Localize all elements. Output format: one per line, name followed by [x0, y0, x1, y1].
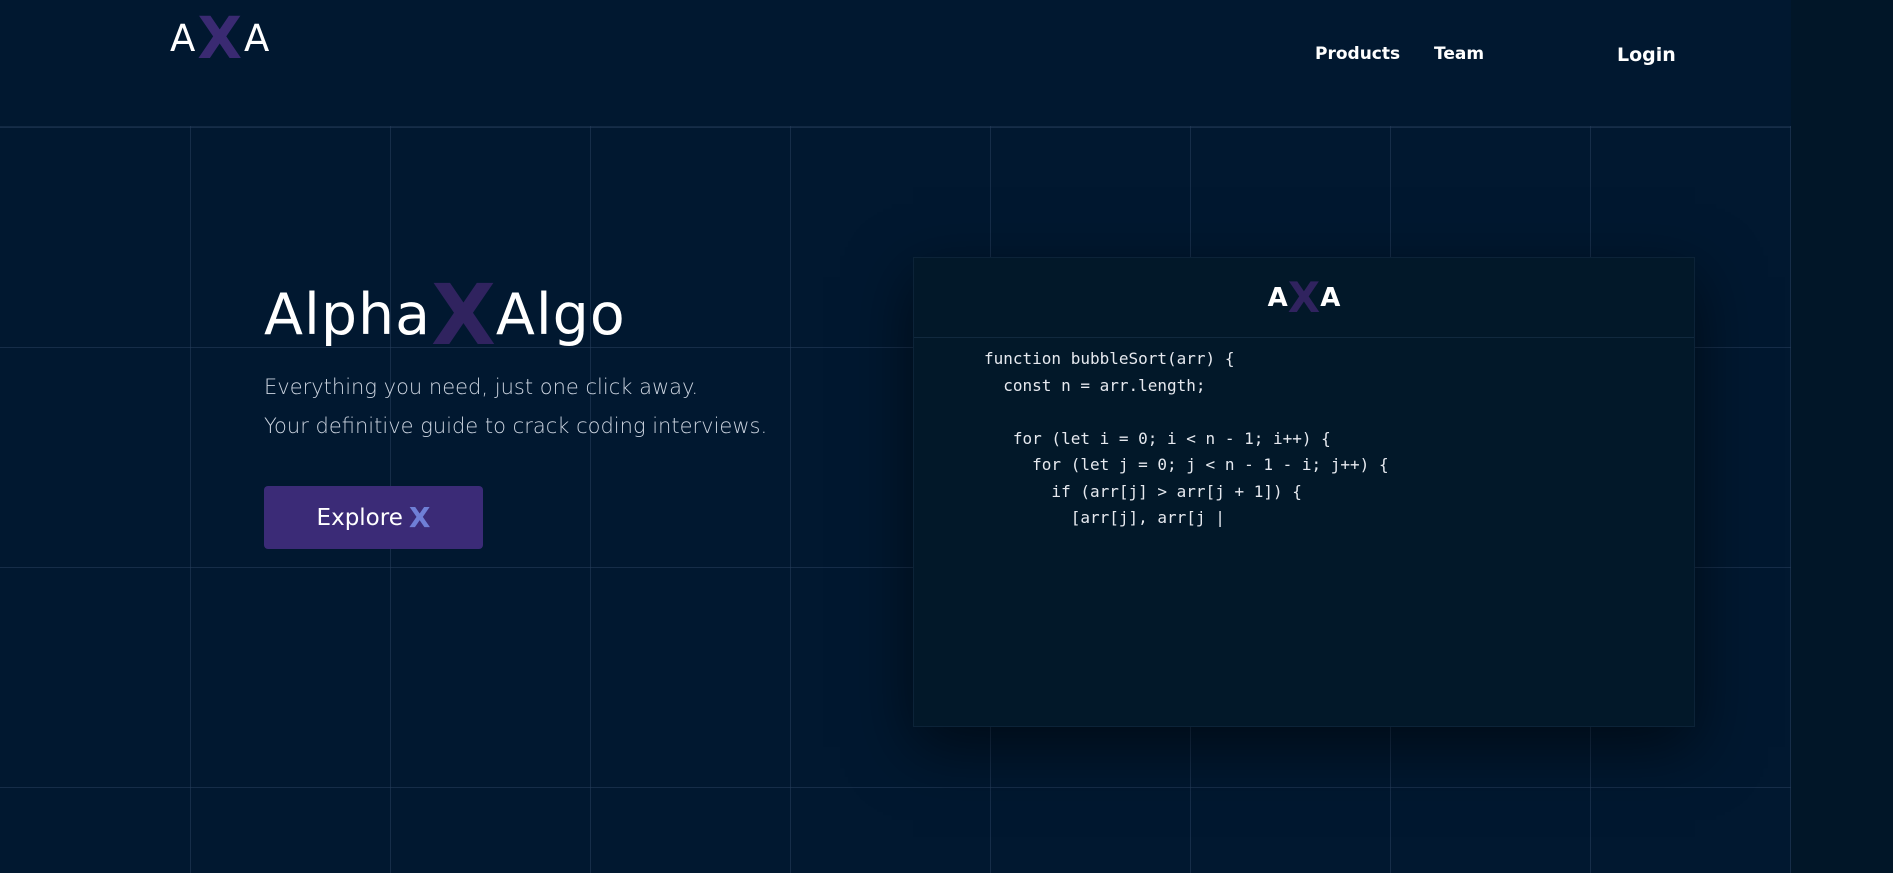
code-card-logo: A X A [1267, 272, 1341, 322]
logo[interactable]: A X A [170, 8, 269, 68]
page-edge [1791, 0, 1893, 873]
hero-title-x-mark: X [431, 266, 496, 364]
login-link[interactable]: Login [1617, 44, 1676, 66]
nav-products-link[interactable]: Products [1315, 44, 1400, 64]
hero-title-algo: Algo [495, 282, 626, 348]
code-logo-x-mark: X [1287, 272, 1321, 322]
code-preview-card: A X A function bubbleSort(arr) { const n… [913, 257, 1695, 727]
code-logo-right-letter: A [1320, 282, 1341, 313]
hero-tagline-1: Everything you need, just one click away… [264, 375, 699, 399]
nav-team-link[interactable]: Team [1434, 44, 1484, 64]
logo-x-mark: X [197, 4, 243, 72]
hero-tagline-2: Your definitive guide to crack coding in… [264, 414, 768, 438]
hero-title-alpha: Alpha [264, 282, 432, 348]
code-logo-left-letter: A [1267, 282, 1288, 313]
explore-button-label: Explore [316, 504, 403, 531]
hero-title: Alpha X Algo [264, 270, 626, 360]
code-snippet: function bubbleSort(arr) { const n = arr… [984, 349, 1389, 527]
explore-button-x-mark: X [408, 501, 431, 534]
code-card-header: A X A [914, 258, 1694, 338]
logo-left-letter: A [170, 16, 196, 60]
page: A X A Products Team Login Alpha X Algo E… [0, 0, 1893, 873]
logo-right-letter: A [244, 16, 270, 60]
explore-button[interactable]: Explore X [264, 486, 483, 549]
